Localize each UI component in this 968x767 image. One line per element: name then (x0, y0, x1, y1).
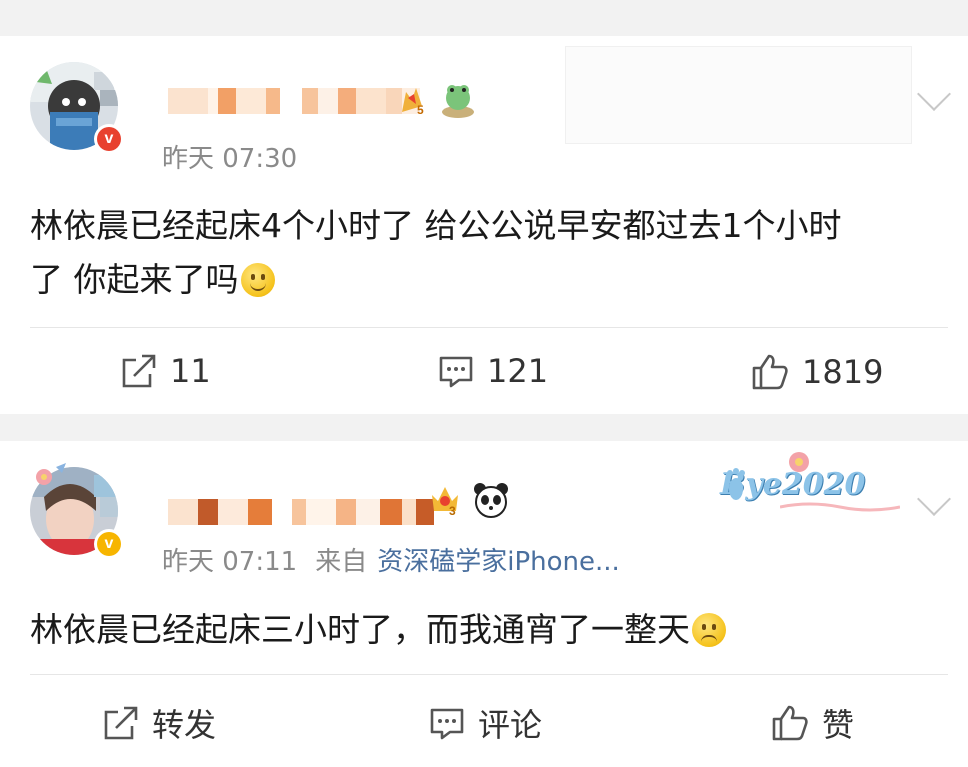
divider (30, 327, 948, 328)
post-meta: 昨天 07:11 来自 资深磕学家iPhone... (162, 541, 620, 578)
post-content-line: 了 你起来了吗 (30, 253, 841, 307)
post-timestamp: 昨天 07:11 (162, 547, 298, 577)
smile-emoji-icon (240, 263, 275, 297)
divider (30, 674, 948, 675)
username-blurred[interactable] (168, 499, 434, 525)
comment-count: 121 (487, 352, 549, 390)
comment-icon (439, 356, 473, 388)
post-card[interactable]: v 5 昨天 07:30 林依晨已经起床4个小时了 给公公说早安都过去1个小时 … (0, 36, 968, 414)
thumbs-up-icon (752, 354, 788, 390)
level-3-badge-icon: 3 (432, 487, 458, 517)
avatar[interactable]: v (30, 62, 124, 154)
comment-icon (430, 708, 464, 740)
comment-button[interactable]: 121 (437, 352, 548, 390)
repost-label: 转发 (152, 706, 217, 744)
repost-icon (122, 354, 156, 388)
post-card[interactable]: v 3 Bye2020 昨天 07:11 来自 资深磕学家iPhone... 林… (0, 441, 968, 767)
repost-icon (104, 706, 138, 740)
from-label: 来自 (315, 547, 368, 577)
top-gap (0, 0, 968, 36)
repost-button[interactable]: 转发 (102, 700, 216, 746)
verified-red-v-icon: v (94, 124, 124, 154)
footprint-icon (727, 468, 745, 500)
post-source-link[interactable]: 资深磕学家iPhone... (377, 547, 620, 577)
verified-gold-v-icon: v (94, 529, 124, 559)
like-label: 赞 (822, 706, 855, 744)
post-content-line: 林依晨已经起床4个小时了 给公公说早安都过去1个小时 (30, 206, 842, 245)
like-count: 1819 (802, 353, 884, 391)
frog-badge-icon (442, 85, 474, 118)
svg-text:3: 3 (449, 504, 456, 517)
repost-button[interactable]: 11 (120, 352, 211, 390)
flower-decoration-icon (36, 463, 66, 485)
ribbon-decoration (780, 502, 900, 512)
like-button[interactable]: 1819 (750, 352, 883, 392)
chevron-down-icon[interactable] (917, 482, 951, 516)
chevron-down-icon[interactable] (917, 77, 951, 111)
card-decoration-frame (565, 46, 912, 144)
post-content: 林依晨已经起床4个小时了 给公公说早安都过去1个小时 了 你起来了吗 (30, 199, 841, 307)
svg-text:5: 5 (417, 103, 424, 116)
username-blurred[interactable] (168, 88, 420, 114)
comment-button[interactable]: 评论 (428, 700, 542, 746)
post-timestamp: 昨天 07:30 (162, 144, 298, 174)
flower-decoration-icon (789, 452, 809, 472)
panda-badge-icon (474, 483, 508, 518)
repost-count: 11 (170, 352, 211, 390)
level-5-badge-icon: 5 (402, 88, 424, 116)
sad-emoji-icon (692, 613, 726, 647)
thumbs-up-icon (772, 705, 808, 741)
comment-label: 评论 (478, 706, 543, 744)
like-button[interactable]: 赞 (770, 700, 854, 746)
post-content: 林依晨已经起床三小时了，而我通宵了一整天 (30, 603, 726, 657)
